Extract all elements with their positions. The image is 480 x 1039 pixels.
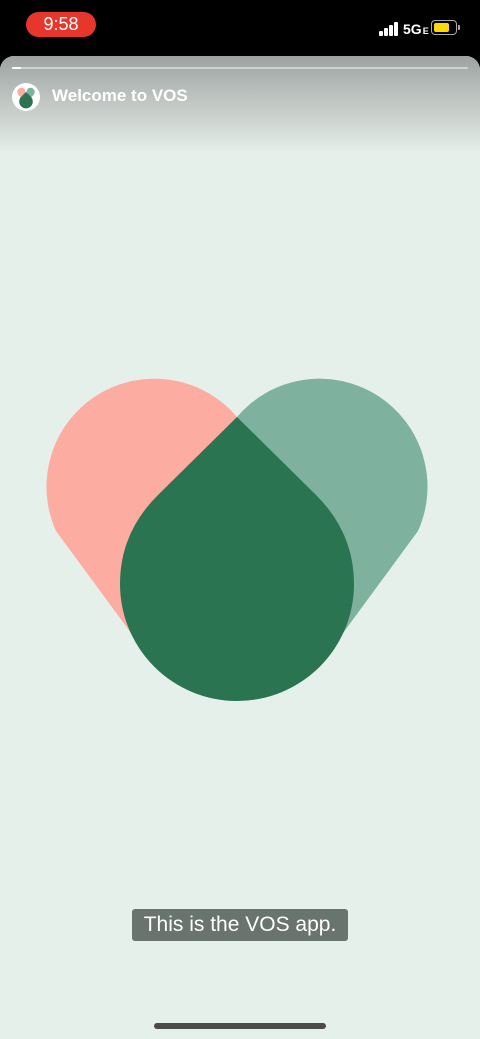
- network-type: 5G: [403, 21, 422, 37]
- cellular-signal-icon: [379, 22, 399, 36]
- battery-icon: [431, 20, 457, 35]
- story-view[interactable]: Welcome to VOS This is the VOS app.: [0, 56, 480, 1039]
- story-progress-bar: [12, 67, 468, 69]
- phone-screen: 9:58 5GE Welcome to VOS This is the VOS …: [0, 0, 480, 1039]
- network-indicator: 5GE: [403, 19, 429, 41]
- avatar[interactable]: [12, 83, 40, 111]
- story-caption: This is the VOS app.: [132, 909, 348, 941]
- battery-tip: [458, 25, 460, 30]
- vos-heart-logo-icon: [46, 378, 428, 701]
- status-time[interactable]: 9:58: [26, 12, 96, 37]
- network-suffix: E: [422, 26, 429, 36]
- story-title: Welcome to VOS: [52, 86, 188, 105]
- home-indicator[interactable]: [154, 1023, 326, 1029]
- vos-heart-logo: [24, 372, 456, 708]
- battery-level-fill: [433, 22, 449, 32]
- story-progress-fill: [12, 67, 22, 69]
- status-bar: 9:58 5GE: [0, 0, 480, 48]
- vos-avatar-logo-icon: [17, 87, 35, 109]
